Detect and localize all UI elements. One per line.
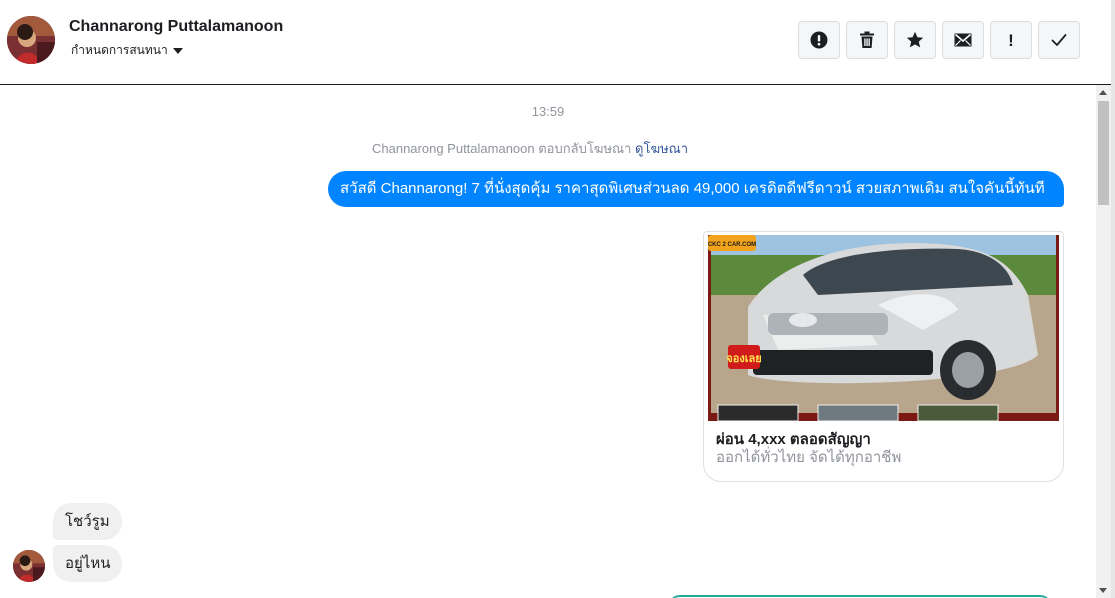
message-thread[interactable]: 13:59 Channarong Puttalamanoon ตอบกลับโฆ… <box>0 85 1096 598</box>
trash-icon <box>860 31 874 48</box>
caret-down-icon <box>172 48 183 54</box>
car-photo-graphic: จองเลย CKC 2 CAR.COM <box>708 235 1059 421</box>
conversation-settings-dropdown[interactable]: กำหนดการสนทนา <box>71 41 183 60</box>
scroll-up-arrow-icon[interactable] <box>1099 90 1107 95</box>
view-ad-link[interactable]: ดูโฆษณา <box>635 141 688 156</box>
thread-scrollbar[interactable] <box>1096 85 1111 598</box>
contact-name[interactable]: Channarong Puttalamanoon <box>69 18 283 36</box>
window-edge <box>1111 0 1115 598</box>
ad-reply-text: Channarong Puttalamanoon ตอบกลับโฆษณา <box>372 141 632 156</box>
check-icon <box>1051 34 1067 46</box>
report-button[interactable] <box>798 21 840 59</box>
message-timestamp: 13:59 <box>531 104 565 119</box>
avatar-photo <box>7 16 55 64</box>
star-icon <box>906 31 924 48</box>
header-toolbar: ! <box>798 21 1080 59</box>
reserve-stamp-text: จองเลย <box>726 353 761 365</box>
messenger-conversation: Channarong Puttalamanoon กำหนดการสนทนา !… <box>0 0 1115 598</box>
star-button[interactable] <box>894 21 936 59</box>
avatar[interactable] <box>7 16 55 64</box>
ad-reply-note: Channarong Puttalamanoon ตอบกลับโฆษณา ดู… <box>372 138 688 159</box>
outgoing-message[interactable]: สวัสดี Channarong! 7 ที่นั่งสุดคุ้ม ราคา… <box>328 171 1064 207</box>
ad-subtitle: ออกได้ทั่วไทย จัดได้ทุกอาชีพ <box>716 449 902 466</box>
mark-done-button[interactable] <box>1038 21 1080 59</box>
conversation-header: Channarong Puttalamanoon กำหนดการสนทนา ! <box>0 0 1111 85</box>
incoming-message[interactable]: โชว์รูม <box>53 503 122 540</box>
mark-unread-button[interactable] <box>942 21 984 59</box>
delete-button[interactable] <box>846 21 888 59</box>
scrollbar-thumb[interactable] <box>1098 101 1109 205</box>
exclamation-icon: ! <box>1008 30 1014 50</box>
conversation-settings-label: กำหนดการสนทนา <box>71 43 168 57</box>
car-ad-photo: จองเลย CKC 2 CAR.COM <box>708 235 1059 421</box>
avatar-photo <box>13 550 45 582</box>
ad-card[interactable]: จองเลย CKC 2 CAR.COM ผ่อน 4,xxx ตลอดสัญญ… <box>703 231 1064 482</box>
incoming-message[interactable]: อยู่ไหน <box>53 545 123 582</box>
watermark-text: CKC 2 CAR.COM <box>708 242 756 248</box>
avatar[interactable] <box>13 550 45 582</box>
alert-circle-icon <box>810 31 828 49</box>
scroll-down-arrow-icon[interactable] <box>1099 588 1107 593</box>
mark-important-button[interactable]: ! <box>990 21 1032 59</box>
envelope-icon <box>954 33 972 47</box>
